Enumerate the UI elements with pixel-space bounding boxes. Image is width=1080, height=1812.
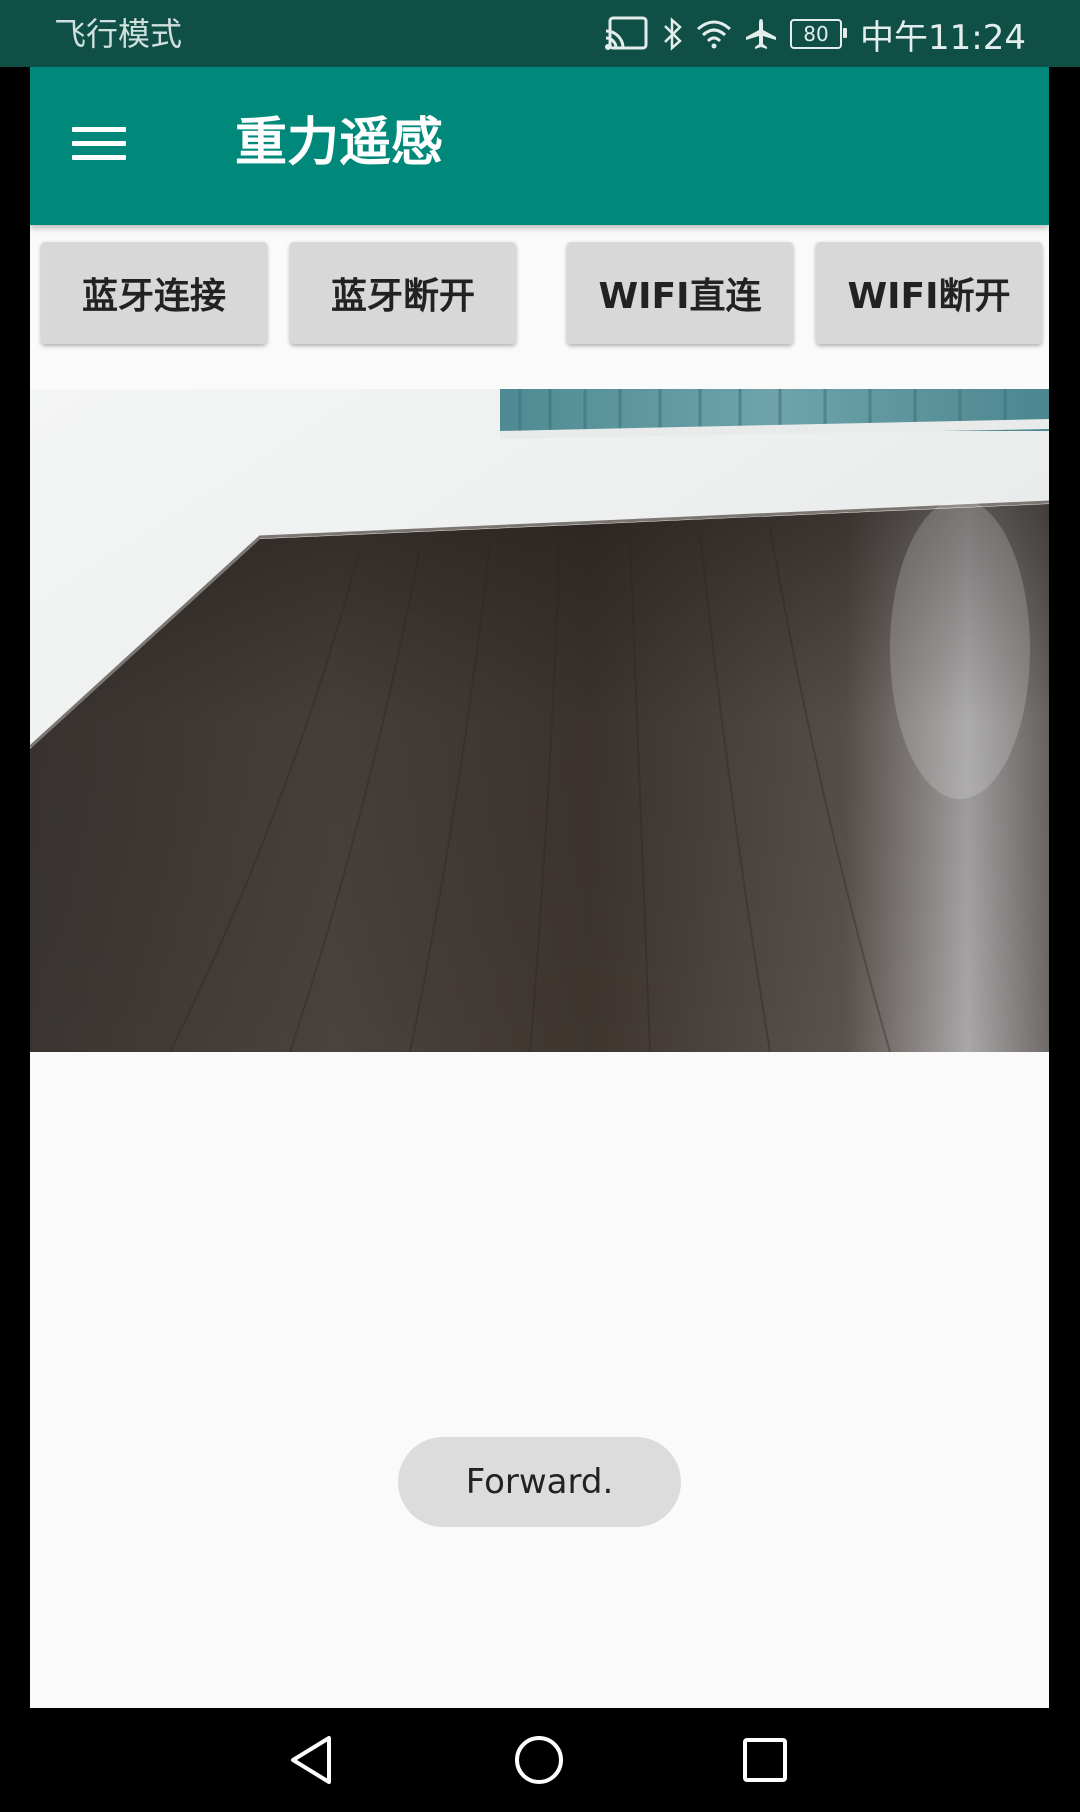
recents-icon[interactable] [735, 1730, 795, 1790]
airplane-icon [744, 17, 778, 51]
toast-message: Forward. [398, 1437, 681, 1527]
app-toolbar: 重力遥感 [30, 67, 1049, 225]
navigation-bar [0, 1708, 1080, 1812]
back-icon[interactable] [283, 1730, 343, 1790]
wifi-connect-button[interactable]: WIFI直连 [567, 242, 793, 344]
battery-icon: 80 [790, 19, 848, 49]
status-icons: 80 中午11:24 [604, 12, 1026, 58]
clock: 中午11:24 [860, 17, 1026, 58]
status-bar: 飞行模式 80 中午11:24 [0, 0, 1080, 67]
phone-screen: 飞行模式 80 中午11:24 重力遥感 蓝牙连接 蓝牙断开 WIFI直连 WI… [0, 0, 1080, 1812]
app-window: 重力遥感 蓝牙连接 蓝牙断开 WIFI直连 WIFI断开 Forward. [30, 67, 1049, 1708]
wifi-icon [696, 19, 732, 49]
hamburger-menu-icon[interactable] [66, 115, 126, 171]
camera-feed [30, 389, 1049, 1052]
bluetooth-connect-button[interactable]: 蓝牙连接 [41, 242, 267, 344]
bluetooth-disconnect-button[interactable]: 蓝牙断开 [290, 242, 516, 344]
bluetooth-icon [662, 17, 684, 51]
app-title: 重力遥感 [235, 113, 444, 173]
airplane-mode-text: 飞行模式 [54, 15, 183, 53]
cast-icon [604, 16, 650, 52]
home-icon[interactable] [509, 1730, 569, 1790]
wifi-disconnect-button[interactable]: WIFI断开 [816, 242, 1042, 344]
